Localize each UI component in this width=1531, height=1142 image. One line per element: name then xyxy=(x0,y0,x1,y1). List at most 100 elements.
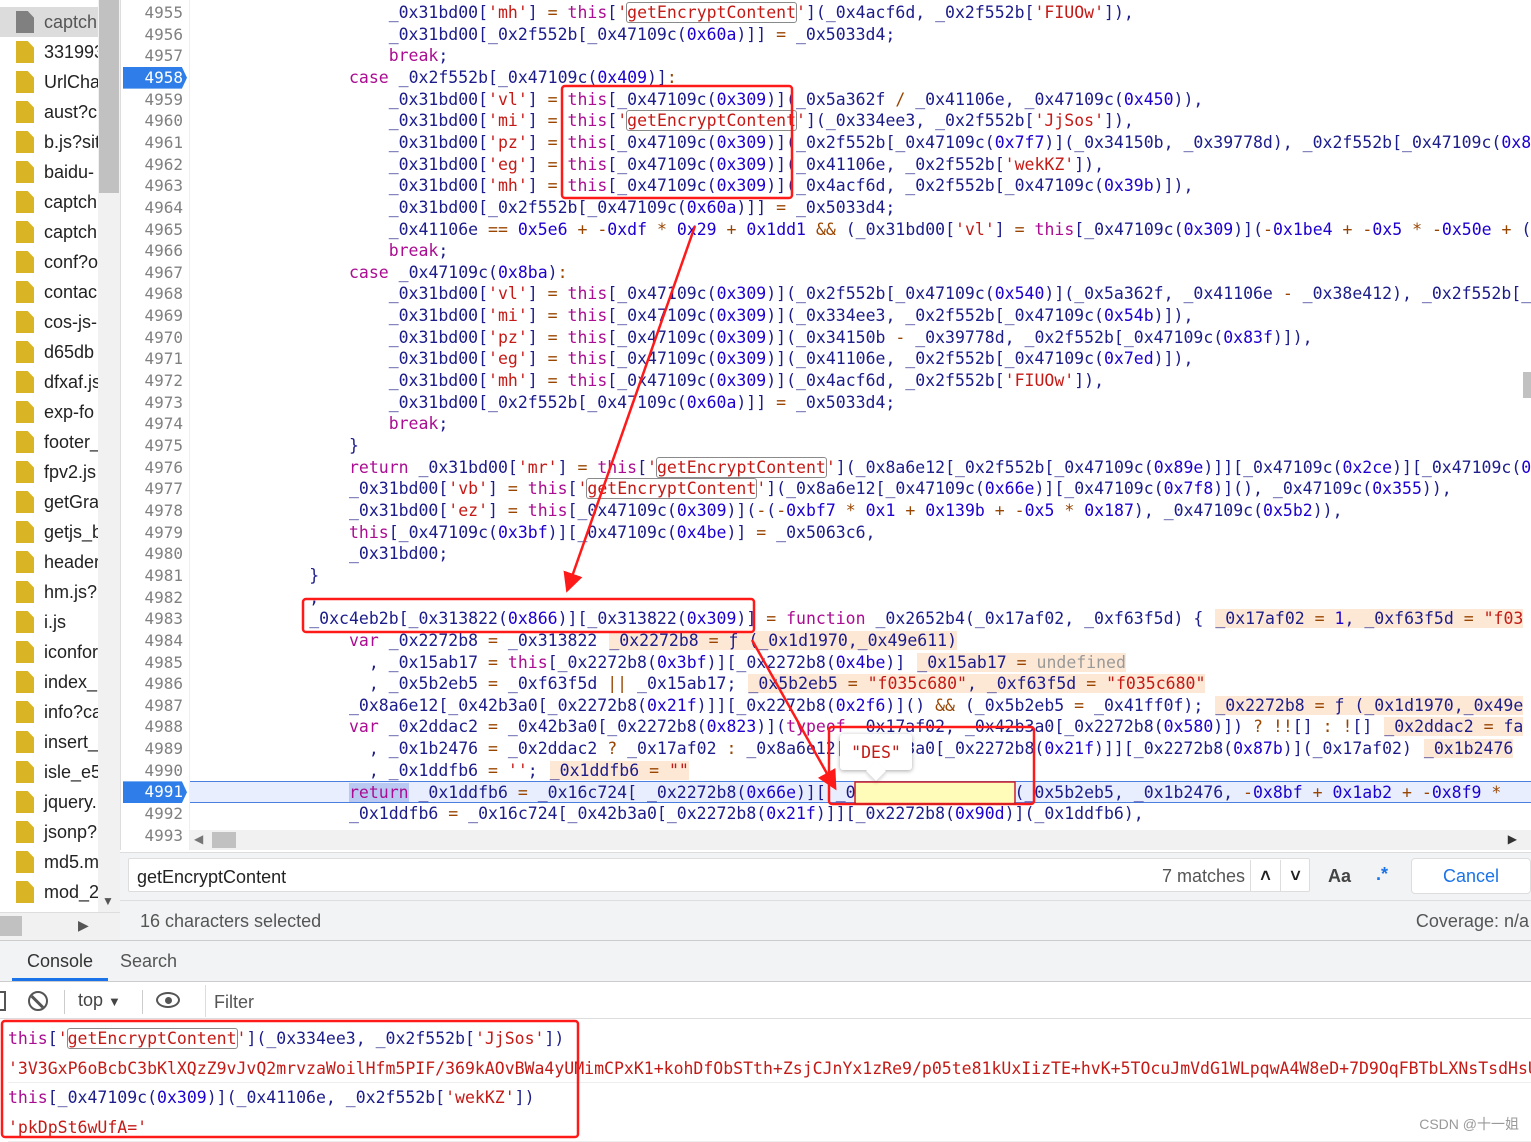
line-number[interactable]: 4991 xyxy=(123,781,187,804)
line-number[interactable]: 4992 xyxy=(121,803,183,825)
line-number[interactable]: 4966 xyxy=(121,240,183,262)
code-editor[interactable]: _0x31bd00['mh'] = this['getEncryptConten… xyxy=(190,0,1531,830)
line-number[interactable]: 4970 xyxy=(121,327,183,349)
file-item[interactable]: insert_ xyxy=(0,727,98,757)
line-number[interactable]: 4955 xyxy=(121,2,183,24)
code-line[interactable]: break; xyxy=(190,413,1531,435)
line-number[interactable]: 4957 xyxy=(121,45,183,67)
previous-match-button[interactable]: ˄ xyxy=(1250,860,1280,892)
line-number[interactable]: 4989 xyxy=(121,738,183,760)
line-number[interactable]: 4974 xyxy=(121,413,183,435)
line-number[interactable]: 4982 xyxy=(121,587,183,609)
file-item[interactable]: jquery. xyxy=(0,787,98,817)
match-case-toggle[interactable]: Aa xyxy=(1328,866,1351,887)
file-item[interactable]: getjs_b xyxy=(0,517,98,547)
clear-console-icon[interactable] xyxy=(28,991,48,1011)
line-number[interactable]: 4976 xyxy=(121,457,183,479)
line-number[interactable]: 4958 xyxy=(123,66,187,89)
file-item[interactable]: captch xyxy=(0,7,98,37)
context-selector[interactable]: top ▼ xyxy=(78,990,121,1011)
file-navigator-scroll-thumb[interactable] xyxy=(99,0,119,193)
file-item[interactable]: fpv2.js xyxy=(0,457,98,487)
file-item[interactable]: isle_e5 xyxy=(0,757,98,787)
file-item[interactable]: contac xyxy=(0,277,98,307)
next-match-button[interactable]: ˅ xyxy=(1280,860,1310,892)
editor-hscroll-thumb[interactable] xyxy=(212,832,236,848)
code-line[interactable]: _0x31bd00[_0x2f552b[_0x47109c(0x60a)]] =… xyxy=(190,392,1531,414)
line-number[interactable]: 4969 xyxy=(121,305,183,327)
file-navigator-hscroll-thumb[interactable] xyxy=(0,916,22,936)
regex-toggle[interactable]: .* xyxy=(1376,864,1388,885)
file-item[interactable]: i.js xyxy=(0,607,98,637)
file-item[interactable]: getGra xyxy=(0,487,98,517)
line-number[interactable]: 4986 xyxy=(121,673,183,695)
file-item[interactable]: baidu- xyxy=(0,157,98,187)
code-line[interactable]: _0x31bd00; xyxy=(190,543,1531,565)
line-number-gutter[interactable]: 4955 4956 4957 4958 4959 4960 4961 4962 4963 4964… xyxy=(120,0,190,850)
file-item[interactable]: iconfor xyxy=(0,637,98,667)
scroll-left-icon[interactable]: ◀ xyxy=(194,832,203,846)
code-line[interactable]: case _0x47109c(0x8ba): xyxy=(190,262,1531,284)
code-line[interactable]: this[_0x47109c(0x3bf)][_0x47109c(0x4be)]… xyxy=(190,522,1531,544)
code-line[interactable]: _0x41106e == 0x5e6 + -0xdf * 0x29 + 0x1d… xyxy=(190,219,1531,241)
scroll-down-icon[interactable]: ▼ xyxy=(102,894,114,908)
line-number[interactable]: 4960 xyxy=(121,110,183,132)
code-line[interactable]: var _0x2272b8 = _0x313822 _0x2272b8 = ƒ (… xyxy=(190,630,1531,652)
file-item[interactable]: captch xyxy=(0,187,98,217)
console-filter-input[interactable]: Filter xyxy=(205,985,1531,1017)
line-number[interactable]: 4980 xyxy=(121,543,183,565)
code-line[interactable]: break; xyxy=(190,45,1531,67)
cancel-button[interactable]: Cancel xyxy=(1411,858,1531,894)
code-line[interactable]: _0x31bd00['vl'] = this[_0x47109c(0x309)]… xyxy=(190,89,1531,111)
line-number[interactable]: 4990 xyxy=(121,760,183,782)
code-line[interactable]: , _0x5b2eb5 = _0xf63f5d || _0x15ab17; _0x… xyxy=(190,673,1531,695)
code-line[interactable]: _0x31bd00['mh'] = this['getEncryptConten… xyxy=(190,2,1531,24)
editor-hscrollbar[interactable]: ◀ ▶ xyxy=(190,830,1531,850)
code-line[interactable]: _0x31bd00['mi'] = this[_0x47109c(0x309)]… xyxy=(190,305,1531,327)
scroll-right-icon[interactable]: ▶ xyxy=(1508,832,1517,846)
line-number[interactable]: 4987 xyxy=(121,695,183,717)
code-line[interactable]: , xyxy=(190,587,1531,609)
file-item[interactable]: dfxaf.js xyxy=(0,367,98,397)
editor-vscroll-thumb[interactable] xyxy=(1523,372,1531,398)
line-number[interactable]: 4959 xyxy=(121,89,183,111)
line-number[interactable]: 4985 xyxy=(121,652,183,674)
code-line[interactable]: _0x31bd00['ez'] = this[_0x47109c(0x309)]… xyxy=(190,500,1531,522)
code-line[interactable]: _0x31bd00['pz'] = this[_0x47109c(0x309)]… xyxy=(190,132,1531,154)
code-line[interactable]: break; xyxy=(190,240,1531,262)
code-line[interactable]: _0x8a6e12[_0x42b3a0[_0x2272b8(0x21f)]][_… xyxy=(190,695,1531,717)
code-line[interactable]: _0x31bd00['mh'] = this[_0x47109c(0x309)]… xyxy=(190,175,1531,197)
code-line[interactable]: , _0x15ab17 = this[_0x2272b8(0x3bf)][_0x… xyxy=(190,652,1531,674)
file-item[interactable]: md5.m xyxy=(0,847,98,877)
eye-icon[interactable] xyxy=(156,992,180,1008)
line-number[interactable]: 4977 xyxy=(121,478,183,500)
file-item[interactable]: 331993 xyxy=(0,37,98,67)
code-line[interactable]: _0xc4eb2b[_0x313822(0x866)][_0x313822(0x… xyxy=(190,608,1531,630)
line-number[interactable]: 4973 xyxy=(121,392,183,414)
line-number[interactable]: 4984 xyxy=(121,630,183,652)
file-item[interactable]: exp-fo xyxy=(0,397,98,427)
code-line[interactable]: _0x31bd00['eg'] = this[_0x47109c(0x309)]… xyxy=(190,154,1531,176)
file-item[interactable]: index_ xyxy=(0,667,98,697)
line-number[interactable]: 4964 xyxy=(121,197,183,219)
code-line[interactable]: _0x31bd00['vb'] = this['getEncryptConten… xyxy=(190,478,1531,500)
file-item[interactable]: hm.js? xyxy=(0,577,98,607)
line-number[interactable]: 4965 xyxy=(121,219,183,241)
file-item[interactable]: captch xyxy=(0,217,98,247)
file-item[interactable]: cos-js- xyxy=(0,307,98,337)
code-line[interactable]: _0x31bd00['mi'] = this['getEncryptConten… xyxy=(190,110,1531,132)
file-item[interactable]: jsonp? xyxy=(0,817,98,847)
line-number[interactable]: 4978 xyxy=(121,500,183,522)
line-number[interactable]: 4972 xyxy=(121,370,183,392)
file-item[interactable]: info?ca xyxy=(0,697,98,727)
line-number[interactable]: 4962 xyxy=(121,154,183,176)
line-number[interactable]: 4983 xyxy=(121,608,183,630)
tab-console[interactable]: Console xyxy=(27,951,93,972)
line-number[interactable]: 4956 xyxy=(121,24,183,46)
tab-search[interactable]: Search xyxy=(120,951,177,972)
code-line[interactable]: _0x31bd00['vl'] = this[_0x47109c(0x309)]… xyxy=(190,283,1531,305)
file-item[interactable]: footer_ xyxy=(0,427,98,457)
sidebar-toggle-icon[interactable] xyxy=(0,991,6,1011)
code-line[interactable]: _0x31bd00['eg'] = this[_0x47109c(0x309)]… xyxy=(190,348,1531,370)
file-item[interactable]: header xyxy=(0,547,98,577)
